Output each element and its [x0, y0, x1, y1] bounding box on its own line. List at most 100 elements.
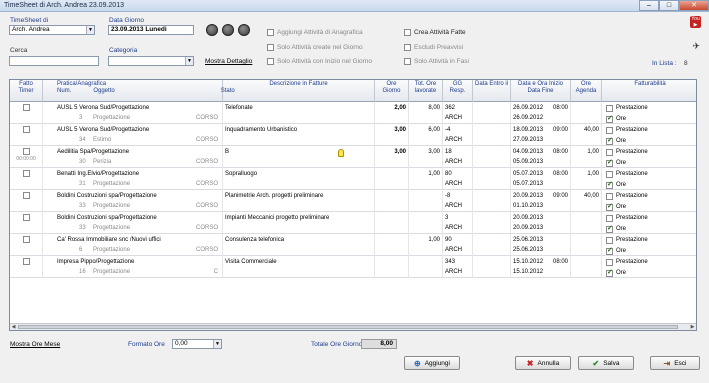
data-inizio-cell[interactable]: 26.09.2012 08:00 26.09.2012 — [511, 102, 571, 124]
data-inizio-cell[interactable]: 05.07.2013 08:00 05.07.2013 — [511, 168, 571, 190]
ore-giorno-cell[interactable] — [375, 190, 409, 212]
formato-ore-select[interactable]: 0,00 ▼ — [172, 339, 222, 349]
lightbulb-icon[interactable] — [338, 149, 344, 157]
solo-in-fasi-checkbox[interactable]: Solo Attività in Fasi — [404, 58, 469, 65]
col-data-inizio[interactable]: Data e Ora Inizio Data Fine — [511, 80, 571, 102]
descrizione-cell[interactable]: Sopralluogo — [223, 168, 375, 190]
data-giorno-field[interactable]: 23.09.2013 Lunedì — [108, 25, 194, 35]
prestazione-checkbox[interactable]: Prestazione — [606, 257, 696, 267]
crea-attivita-fatte-checkbox[interactable]: Crea Attività Fatte — [404, 29, 466, 36]
minimize-button[interactable]: – — [639, 0, 659, 11]
ore-giorno-cell[interactable]: 2,00 — [375, 102, 409, 124]
ore-giorno-cell[interactable]: 3,00 — [375, 146, 409, 168]
ore-giorno-cell[interactable]: 3,00 — [375, 124, 409, 146]
descrizione-cell[interactable]: Planimetrie Arch. progetti preliminare — [223, 190, 375, 212]
ore-checkbox[interactable]: Ore — [606, 114, 696, 124]
data-entro-cell[interactable] — [473, 190, 511, 212]
fatto-cell[interactable] — [10, 234, 43, 256]
prestazione-checkbox[interactable]: Prestazione — [606, 103, 696, 113]
fatto-checkbox[interactable] — [22, 192, 30, 199]
col-fatto[interactable]: Fatto Timer — [10, 80, 43, 102]
scroll-right-icon[interactable]: ▶ — [689, 324, 696, 330]
table-row[interactable]: Benatti Ing.Elvio/Progettazione 31 Progett… — [10, 168, 696, 190]
data-inizio-cell[interactable]: 15.10.2012 08:00 15.10.2012 — [511, 256, 571, 278]
prev-day-button[interactable] — [206, 24, 218, 36]
timesheet-select[interactable]: Arch. Andrea ▼ — [9, 25, 95, 35]
prestazione-checkbox[interactable]: Prestazione — [606, 191, 696, 201]
descrizione-cell[interactable]: Telefonate — [223, 102, 375, 124]
col-pratica[interactable]: Pratica/Anagrafica Num. Oggetto Stato — [43, 80, 235, 102]
prestazione-checkbox[interactable]: Prestazione — [606, 235, 696, 245]
youtube-icon[interactable]: You ▶ — [690, 16, 701, 28]
ore-checkbox[interactable]: Ore — [606, 246, 696, 256]
fatto-checkbox[interactable] — [22, 236, 30, 243]
mostra-dettaglio-link[interactable]: Mostra Dettaglio — [205, 58, 252, 65]
ore-checkbox[interactable]: Ore — [606, 158, 696, 168]
descrizione-cell[interactable]: Visita Commerciale — [223, 256, 375, 278]
data-entro-cell[interactable] — [473, 234, 511, 256]
col-gg[interactable]: GG Resp. — [443, 80, 473, 102]
prestazione-checkbox[interactable]: Prestazione — [606, 147, 696, 157]
fatto-checkbox[interactable] — [22, 258, 30, 265]
data-entro-cell[interactable] — [473, 212, 511, 234]
ore-checkbox[interactable]: Ore — [606, 180, 696, 190]
esci-button[interactable]: ⇥ Esci — [650, 356, 700, 370]
descrizione-cell[interactable]: Inquadramento Urbanistico — [223, 124, 375, 146]
fatto-cell[interactable] — [10, 212, 43, 234]
fatto-cell[interactable] — [10, 102, 43, 124]
ore-giorno-cell[interactable] — [375, 168, 409, 190]
scroll-left-icon[interactable]: ◀ — [10, 324, 17, 330]
table-row[interactable]: AUSL 5 Verona Sud/Progettazione 34 Estimo C… — [10, 124, 696, 146]
mostra-ore-mese-link[interactable]: Mostra Ore Mese — [10, 341, 60, 348]
prestazione-checkbox[interactable]: Prestazione — [606, 213, 696, 223]
ore-checkbox[interactable]: Ore — [606, 224, 696, 234]
table-row[interactable]: 00:00:00 Aedilitia Spa/Progettazione 30 Per… — [10, 146, 696, 168]
ore-giorno-cell[interactable] — [375, 212, 409, 234]
data-inizio-cell[interactable]: 20.09.2013 09:00 01.10.2013 — [511, 190, 571, 212]
data-inizio-cell[interactable]: 18.09.2013 09:00 27.09.2013 — [511, 124, 571, 146]
next-day-button[interactable] — [238, 24, 250, 36]
aggiungi-anagrafica-checkbox[interactable]: Aggiungi Attività di Anagrafica — [267, 29, 363, 36]
data-entro-cell[interactable] — [473, 124, 511, 146]
scrollbar-thumb[interactable] — [18, 325, 678, 329]
data-entro-cell[interactable] — [473, 256, 511, 278]
ore-giorno-cell[interactable] — [375, 234, 409, 256]
col-ore-giorno[interactable]: Ore Giorno — [375, 80, 409, 102]
ore-checkbox[interactable]: Ore — [606, 268, 696, 278]
col-fatturabilita[interactable]: Fatturabilità — [602, 80, 696, 102]
fatto-cell[interactable]: 00:00:00 — [10, 146, 43, 168]
col-tot-ore[interactable]: Tot. Ore lavorate — [409, 80, 443, 102]
ore-giorno-cell[interactable] — [375, 256, 409, 278]
col-data-entro[interactable]: Data Entro il — [473, 80, 511, 102]
fatto-checkbox[interactable] — [22, 126, 30, 133]
ore-checkbox[interactable]: Ore — [606, 202, 696, 212]
data-inizio-cell[interactable]: 20.09.2013 20.09.2013 — [511, 212, 571, 234]
descrizione-cell[interactable]: Consulenza telefonica — [223, 234, 375, 256]
data-entro-cell[interactable] — [473, 168, 511, 190]
table-row[interactable]: Boldini Costruzioni spa/Progettazione 33 P… — [10, 190, 696, 212]
table-row[interactable]: Boldini Costruzioni spa/Progettazione 33 P… — [10, 212, 696, 234]
fatto-cell[interactable] — [10, 124, 43, 146]
today-button[interactable] — [222, 24, 234, 36]
fatto-checkbox[interactable] — [22, 170, 30, 177]
fatto-cell[interactable] — [10, 168, 43, 190]
descrizione-cell[interactable]: B — [223, 146, 375, 168]
prestazione-checkbox[interactable]: Prestazione — [606, 125, 696, 135]
col-ore-agenda[interactable]: Ore Agenda — [571, 80, 602, 102]
fatto-checkbox[interactable] — [22, 214, 30, 221]
data-entro-cell[interactable] — [473, 102, 511, 124]
annulla-button[interactable]: ✖ Annulla — [515, 356, 571, 370]
col-descrizione[interactable]: Descrizione in Fatture — [223, 80, 375, 102]
data-entro-cell[interactable] — [473, 146, 511, 168]
solo-create-giorno-checkbox[interactable]: Solo Attività create nel Giorno — [267, 44, 363, 51]
escludi-preavvisi-checkbox[interactable]: Escludi Preavvisi — [404, 44, 463, 51]
fatto-checkbox[interactable] — [22, 104, 30, 111]
prestazione-checkbox[interactable]: Prestazione — [606, 169, 696, 179]
data-inizio-cell[interactable]: 25.06.2013 25.06.2013 — [511, 234, 571, 256]
horizontal-scrollbar[interactable]: ◀ ▶ — [10, 323, 696, 330]
table-row[interactable]: Impresa Pippo/Progettazione 16 Progettazio… — [10, 256, 696, 278]
solo-inizio-giorno-checkbox[interactable]: Solo Attività con Inizio nel Giorno — [267, 58, 372, 65]
ore-checkbox[interactable]: Ore — [606, 136, 696, 146]
search-input[interactable] — [9, 56, 99, 66]
table-row[interactable]: Ca' Rossa Immobiliare snc /Nuovi uffici 6… — [10, 234, 696, 256]
